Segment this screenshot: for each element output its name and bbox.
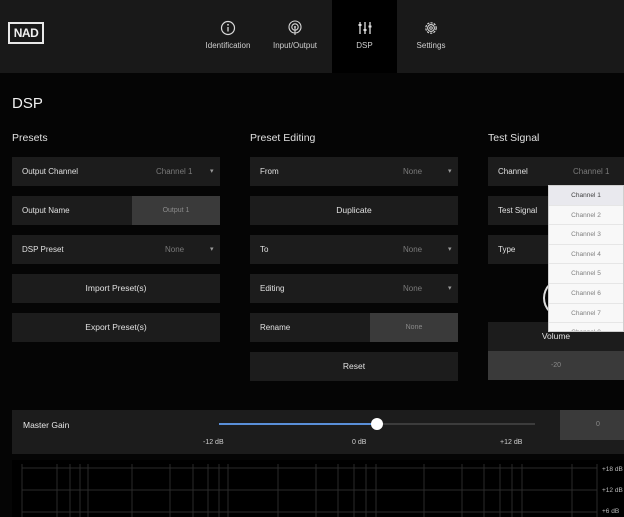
gear-icon: [425, 22, 437, 34]
dsp-preset-value: None: [165, 245, 185, 254]
test-signal-title: Test Signal: [488, 132, 540, 144]
output-name-input[interactable]: Output 1: [132, 196, 220, 225]
rename-label: Rename: [260, 323, 291, 332]
output-name-row: Output Name Output 1: [12, 196, 220, 225]
duplicate-button[interactable]: Duplicate: [250, 196, 458, 225]
rename-input[interactable]: None: [370, 313, 458, 342]
dsp-preset-select[interactable]: DSP Preset None ▾: [12, 235, 220, 264]
master-gain-panel: Master Gain -12 dB 0 dB +12 dB 0: [12, 410, 624, 454]
test-signal-label: Test Signal: [498, 206, 538, 215]
master-gain-min-label: -12 dB: [203, 439, 224, 446]
output-channel-value: Channel 1: [156, 167, 193, 176]
master-gain-slider-fill: [219, 423, 377, 425]
sliders-icon: [358, 22, 371, 34]
chevron-down-icon: ▾: [210, 168, 214, 175]
presets-title: Presets: [12, 132, 48, 144]
tab-input-output[interactable]: Input/Output: [265, 0, 325, 73]
chevron-down-icon: ▾: [448, 285, 452, 292]
from-select[interactable]: From None ▾: [250, 157, 458, 186]
tab-identification-label: Identification: [205, 41, 251, 50]
tab-dsp[interactable]: DSP: [332, 0, 397, 73]
dropdown-option[interactable]: Channel 7: [549, 304, 623, 324]
eq-grid: [21, 464, 598, 517]
export-presets-button[interactable]: Export Preset(s): [12, 313, 220, 342]
editing-label: Editing: [260, 284, 285, 293]
dropdown-option[interactable]: Channel 4: [549, 245, 623, 265]
output-channel-label: Output Channel: [22, 167, 79, 176]
dropdown-option[interactable]: Channel 2: [549, 206, 623, 226]
output-channel-select[interactable]: Output Channel Channel 1 ▾: [12, 157, 220, 186]
nad-logo: NAD: [8, 22, 44, 44]
tab-input-output-label: Input/Output: [272, 41, 318, 50]
eq-y-label: +18 dB: [602, 466, 623, 473]
dropdown-option[interactable]: Channel 1: [549, 186, 623, 206]
import-presets-button[interactable]: Import Preset(s): [12, 274, 220, 303]
editing-select[interactable]: Editing None ▾: [250, 274, 458, 303]
to-value: None: [403, 245, 423, 254]
eq-y-label: +12 dB: [602, 487, 623, 494]
from-label: From: [260, 167, 279, 176]
dropdown-option[interactable]: Channel 5: [549, 264, 623, 284]
dropdown-option[interactable]: Channel 3: [549, 225, 623, 245]
tab-dsp-label: DSP: [356, 41, 373, 50]
editing-value: None: [403, 284, 423, 293]
tab-identification[interactable]: Identification: [197, 0, 259, 73]
page-title: DSP: [12, 95, 43, 112]
test-signal-channel-select[interactable]: Channel Channel 1: [488, 157, 624, 186]
master-gain-slider-thumb[interactable]: [371, 418, 383, 430]
chevron-down-icon: ▾: [210, 246, 214, 253]
rename-row: Rename None: [250, 313, 458, 342]
from-value: None: [403, 167, 423, 176]
master-gain-mid-label: 0 dB: [352, 439, 367, 446]
output-name-label: Output Name: [22, 206, 70, 215]
top-nav: NAD Identification Input/Output DSP Sett…: [0, 0, 624, 73]
chevron-down-icon: ▾: [448, 168, 452, 175]
master-gain-label: Master Gain: [23, 420, 70, 430]
tab-settings-label: Settings: [416, 41, 446, 50]
tab-settings[interactable]: Settings: [402, 0, 460, 73]
eq-graph: +18 dB +12 dB +6 dB: [12, 460, 624, 517]
channel-dropdown-menu: Channel 1 Channel 2 Channel 3 Channel 4 …: [548, 185, 624, 332]
test-signal-channel-value: Channel 1: [573, 167, 610, 176]
to-label: To: [260, 245, 269, 254]
volume-input[interactable]: -20: [488, 351, 624, 380]
to-select[interactable]: To None ▾: [250, 235, 458, 264]
chevron-down-icon: ▾: [448, 246, 452, 253]
dsp-preset-label: DSP Preset: [22, 245, 64, 254]
test-signal-channel-label: Channel: [498, 167, 528, 176]
type-label: Type: [498, 245, 516, 254]
eq-y-label: +6 dB: [602, 508, 620, 515]
info-circle-icon: [220, 20, 236, 36]
master-gain-max-label: +12 dB: [500, 439, 523, 446]
reset-button[interactable]: Reset: [250, 352, 458, 381]
preset-editing-title: Preset Editing: [250, 132, 316, 144]
radio-signal-icon: [288, 20, 302, 35]
dropdown-option[interactable]: Channel 8: [549, 323, 623, 331]
master-gain-input[interactable]: 0: [560, 410, 624, 440]
dropdown-option[interactable]: Channel 6: [549, 284, 623, 304]
